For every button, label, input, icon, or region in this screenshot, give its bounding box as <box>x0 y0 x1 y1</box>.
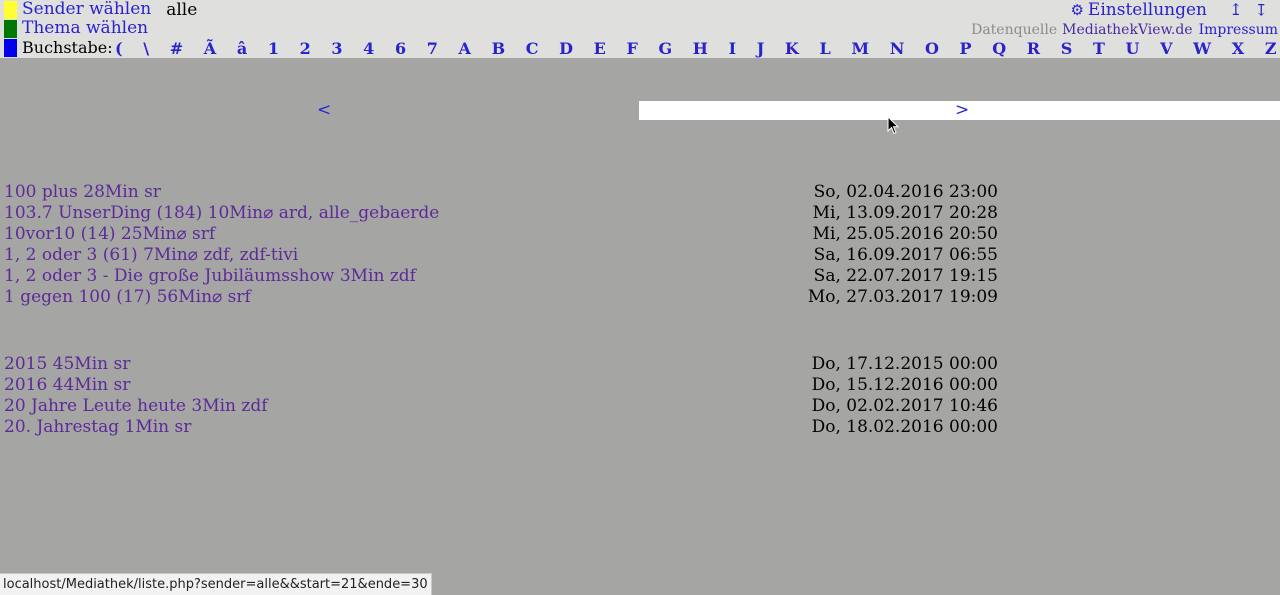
impressum-link[interactable]: Impressum <box>1199 22 1278 38</box>
letter-link[interactable]: \ <box>140 39 152 58</box>
programme-title-link[interactable]: 20 Jahre Leute heute 3Min zdf <box>4 396 268 417</box>
sender-value: alle <box>166 0 198 20</box>
list-item: 20 Jahre Leute heute 3Min zdf Do, 02.02.2… <box>0 396 1000 417</box>
source-label: Datenquelle <box>971 21 1058 38</box>
letter-link[interactable]: N <box>887 39 908 58</box>
settings-label: Einstellungen <box>1087 0 1207 20</box>
sender-row: Sender wählen alle <box>0 0 198 20</box>
programme-date: Do, 18.02.2016 00:00 <box>811 417 998 437</box>
sender-select-link[interactable]: Sender wählen <box>22 0 151 19</box>
programme-date: Sa, 16.09.2017 06:55 <box>813 245 998 265</box>
letter-link[interactable]: 4 <box>360 39 377 58</box>
arrow-down-icon[interactable]: ↥ <box>1255 0 1268 19</box>
thema-select-link[interactable]: Thema wählen <box>22 19 148 38</box>
programme-title-link[interactable]: 2015 45Min sr <box>4 354 130 375</box>
letter-link[interactable]: J <box>754 39 768 58</box>
thema-color-swatch <box>4 19 17 38</box>
programme-date: Do, 17.12.2015 00:00 <box>811 354 998 374</box>
gear-icon: ⚙ <box>1070 0 1084 19</box>
letter-link[interactable]: X <box>1229 39 1247 58</box>
letter-link[interactable]: F <box>623 39 640 58</box>
buchstabe-color-swatch <box>4 38 17 57</box>
programme-title-link[interactable]: 103.7 UnserDing (184) 10Min⌀ ard, alle_g… <box>4 203 439 224</box>
letter-link[interactable]: P <box>957 39 975 58</box>
programme-date: Do, 15.12.2016 00:00 <box>811 375 998 395</box>
arrow-links: ↥ ↥ <box>1229 0 1280 19</box>
programme-title-link[interactable]: 1, 2 oder 3 (61) 7Min⌀ zdf, zdf-tivi <box>4 245 298 266</box>
list-item: 100 plus 28Min sr So, 02.04.2016 23:00 <box>0 182 1000 203</box>
letter-link[interactable]: V <box>1157 39 1175 58</box>
letter-link[interactable]: ( <box>112 39 126 58</box>
programme-title-link[interactable]: 2016 44Min sr <box>4 375 130 396</box>
list-item: 20. Jahrestag 1Min sr Do, 18.02.2016 00:0… <box>0 417 1000 438</box>
list-item: 2015 45Min sr Do, 17.12.2015 00:00 <box>0 354 1000 375</box>
programme-list-group-1: 100 plus 28Min sr So, 02.04.2016 23:00 103… <box>0 182 1000 308</box>
programme-date: Do, 02.02.2017 10:46 <box>811 396 998 416</box>
programme-date: Mi, 25.05.2016 20:50 <box>812 224 998 244</box>
status-bar-url: localhost/Mediathek/liste.php?sender=all… <box>0 573 432 595</box>
arrow-up-icon[interactable]: ↥ <box>1229 0 1242 19</box>
thema-row: Thema wählen <box>0 19 148 38</box>
programme-date: So, 02.04.2016 23:00 <box>813 182 998 202</box>
letter-link[interactable]: K <box>782 39 802 58</box>
letter-link[interactable]: 3 <box>328 39 345 58</box>
programme-date: Sa, 22.07.2017 19:15 <box>813 266 998 286</box>
letter-link[interactable]: # <box>167 39 186 58</box>
list-item: 1, 2 oder 3 - Die große Jubiläumsshow 3M… <box>0 266 1000 287</box>
list-item: 103.7 UnserDing (184) 10Min⌀ ard, alle_g… <box>0 203 1000 224</box>
letter-link[interactable]: L <box>816 39 833 58</box>
data-source: Datenquelle MediathekView.de Impressum <box>971 20 1278 39</box>
settings-link[interactable]: ⚙ Einstellungen <box>1070 0 1207 20</box>
letter-link[interactable]: E <box>591 39 609 58</box>
letter-link[interactable]: Z <box>1262 39 1280 58</box>
letter-link[interactable]: H <box>690 39 711 58</box>
letter-link[interactable]: A <box>456 39 474 58</box>
letter-link[interactable]: S <box>1058 39 1076 58</box>
letter-link[interactable]: 6 <box>392 39 409 58</box>
next-page-link[interactable]: > <box>955 100 969 120</box>
list-item: 10vor10 (14) 25Min⌀ srf Mi, 25.05.2016 20… <box>0 224 1000 245</box>
letter-link[interactable]: 7 <box>424 39 441 58</box>
letter-link[interactable]: 1 <box>265 39 282 58</box>
letter-link[interactable]: W <box>1190 39 1214 58</box>
programme-list-group-2: 2015 45Min sr Do, 17.12.2015 00:00 2016 44… <box>0 354 1000 438</box>
letter-link[interactable]: B <box>489 39 509 58</box>
letter-link[interactable]: O <box>922 39 942 58</box>
letter-link[interactable]: R <box>1024 39 1043 58</box>
programme-title-link[interactable]: 20. Jahrestag 1Min sr <box>4 417 191 438</box>
letter-link[interactable]: T <box>1090 39 1108 58</box>
letter-index: ( \ # Ãâ 1 2 3 4 6 7 A B C D E F G H I J K L M N O P Q R S T U V W X Z <box>112 39 1280 58</box>
sender-color-swatch <box>4 0 17 19</box>
top-header: Sender wählen alle Thema wählen Buchstab… <box>0 0 1280 58</box>
list-item: 1, 2 oder 3 (61) 7Min⌀ zdf, zdf-tivi Sa, … <box>0 245 1000 266</box>
list-item: 1 gegen 100 (17) 56Min⌀ srf Mo, 27.03.201… <box>0 287 1000 308</box>
letter-link[interactable]: D <box>556 39 576 58</box>
letter-link[interactable]: G <box>655 39 675 58</box>
letter-link[interactable]: I <box>726 39 739 58</box>
programme-date: Mo, 27.03.2017 19:09 <box>807 287 998 307</box>
letter-link[interactable]: Q <box>989 39 1009 58</box>
letter-link[interactable]: U <box>1122 39 1142 58</box>
letter-link[interactable]: 2 <box>297 39 314 58</box>
source-link[interactable]: MediathekView.de <box>1062 22 1192 38</box>
letter-link[interactable]: C <box>523 39 542 58</box>
buchstabe-row: Buchstabe: <box>0 38 117 57</box>
letter-link[interactable]: M <box>848 39 872 58</box>
buchstabe-label: Buchstabe: <box>22 38 113 57</box>
programme-title-link[interactable]: 100 plus 28Min sr <box>4 182 161 203</box>
programme-title-link[interactable]: 1, 2 oder 3 - Die große Jubiläumsshow 3M… <box>4 266 416 287</box>
list-item: 2016 44Min sr Do, 15.12.2016 00:00 <box>0 375 1000 396</box>
prev-page-link[interactable]: < <box>317 100 331 120</box>
mouse-cursor-icon <box>887 116 900 135</box>
letter-link[interactable]: â <box>234 39 250 58</box>
programme-title-link[interactable]: 1 gegen 100 (17) 56Min⌀ srf <box>4 287 251 308</box>
letter-link[interactable]: Ã <box>201 39 219 58</box>
programme-date: Mi, 13.09.2017 20:28 <box>812 203 998 223</box>
programme-title-link[interactable]: 10vor10 (14) 25Min⌀ srf <box>4 224 215 245</box>
